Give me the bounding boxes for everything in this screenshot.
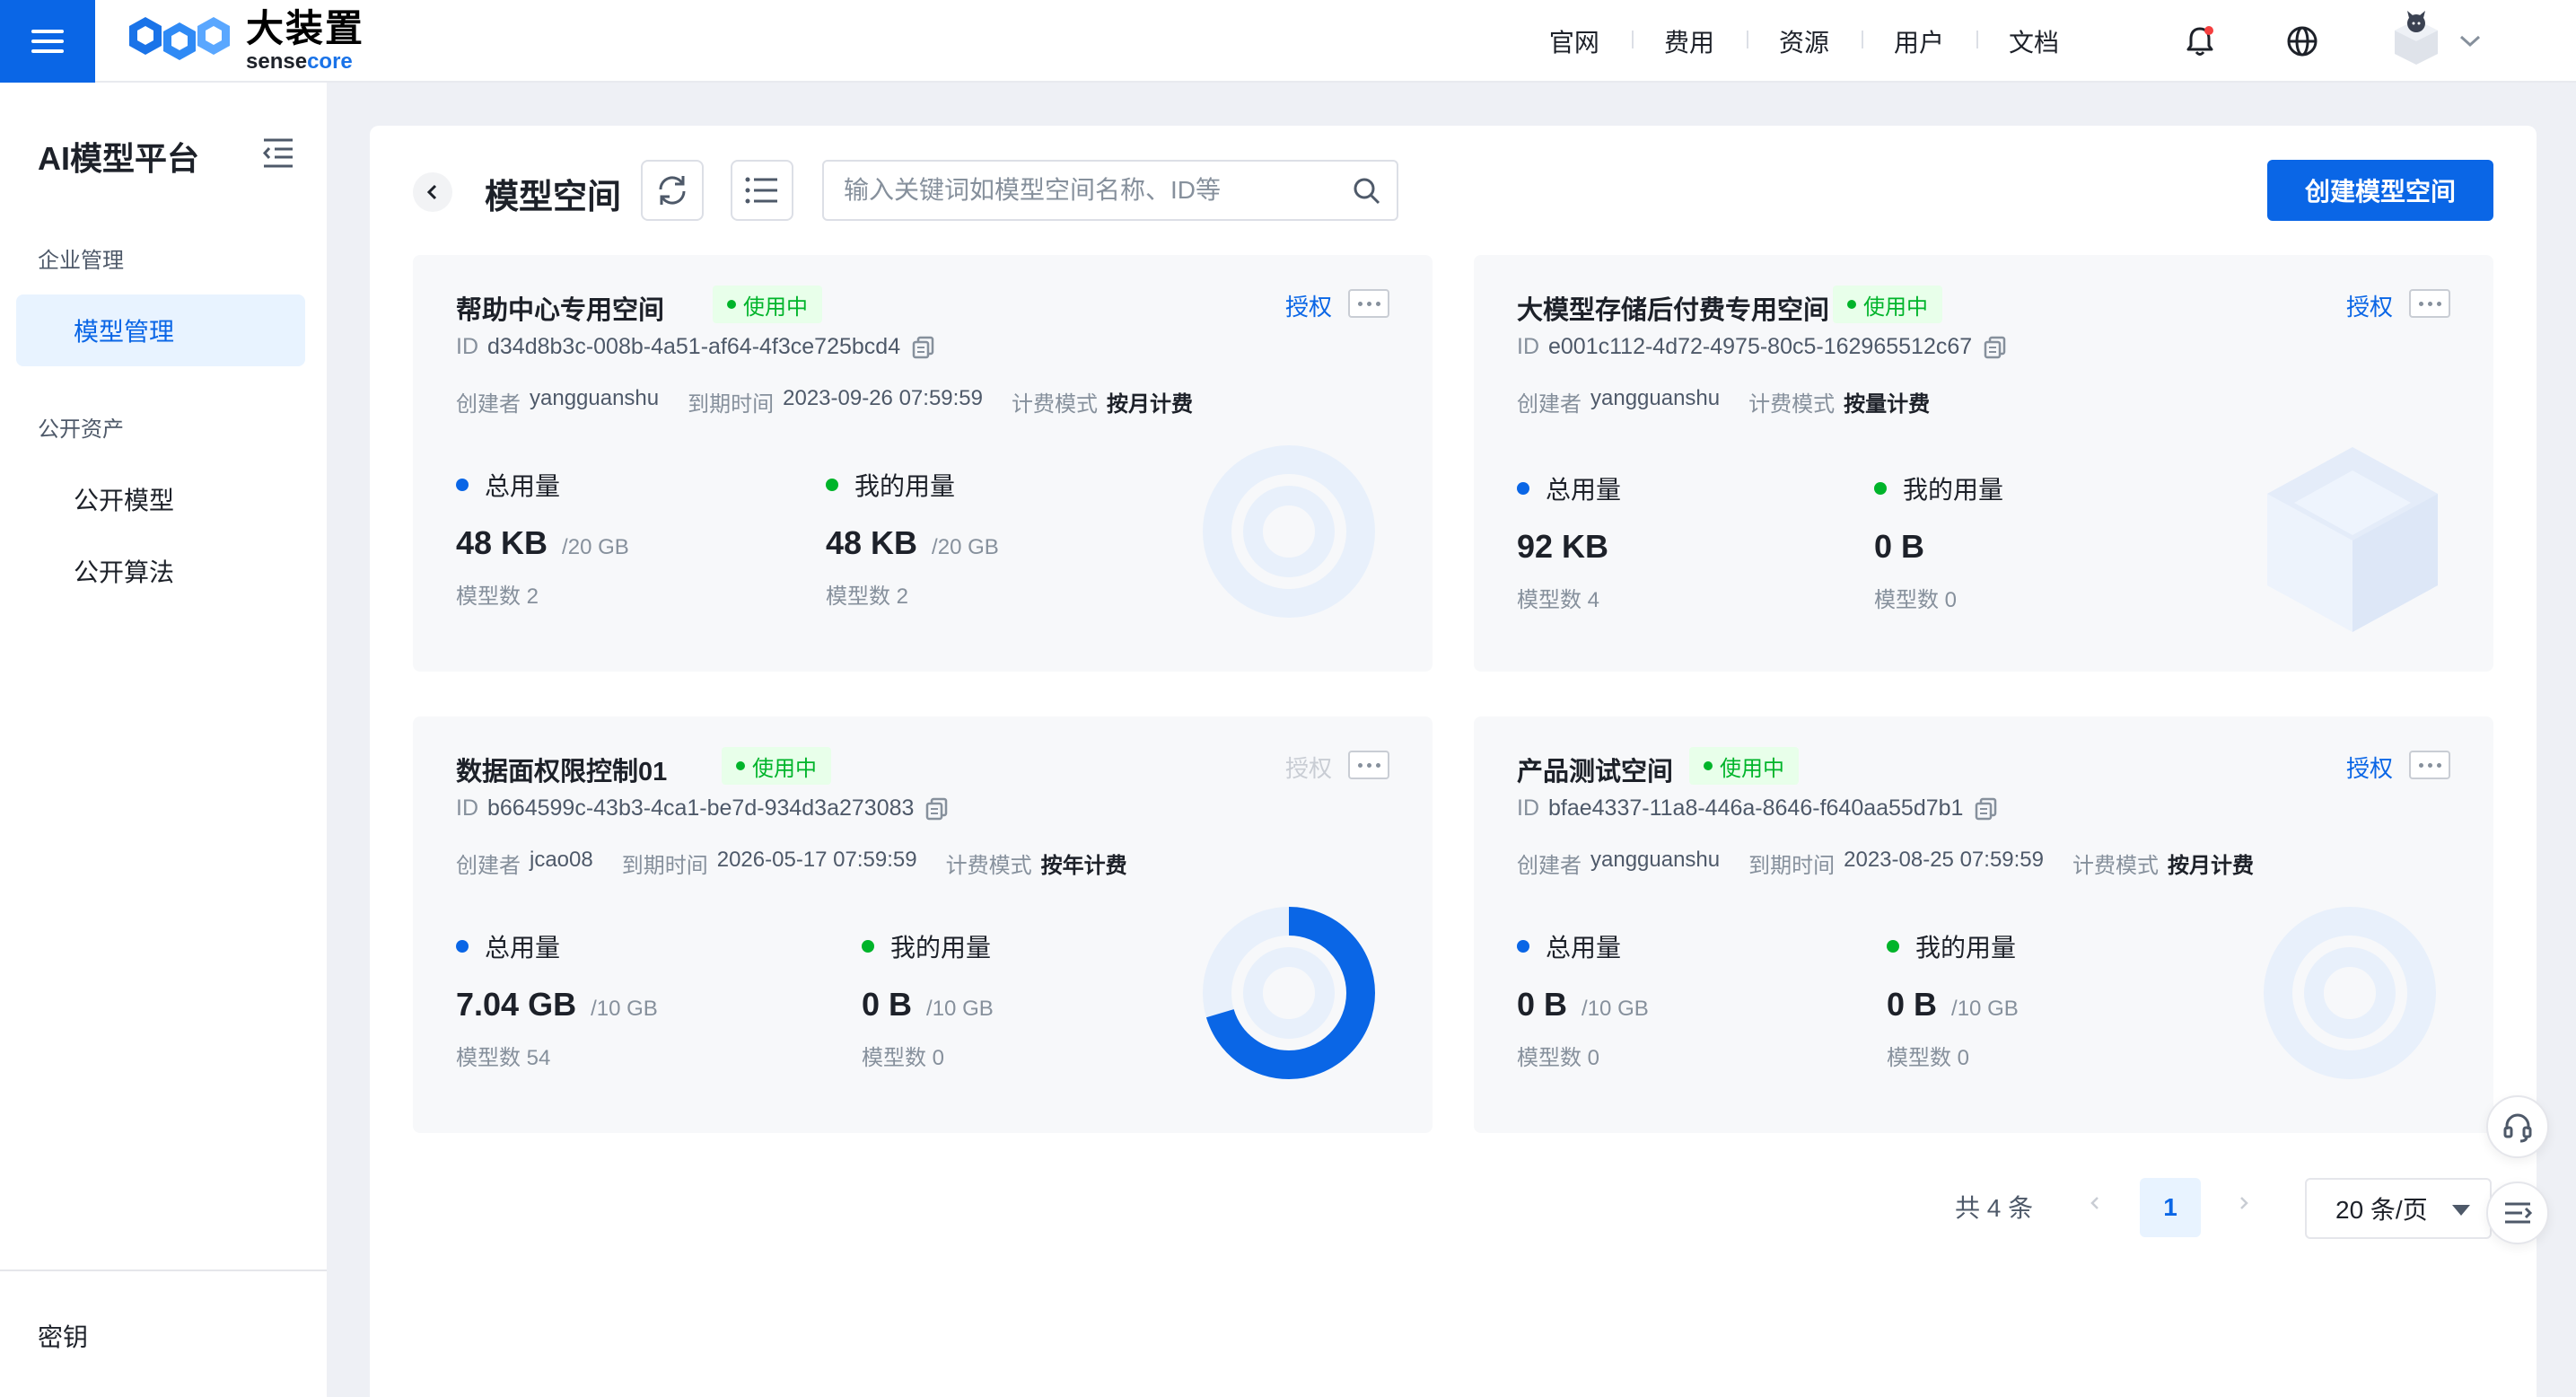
total-usage: 总用量 48 KB/20 GB 模型数 2 [456,472,629,609]
page-title: 模型空间 [485,179,622,216]
nav-official-site[interactable]: 官网 [1517,23,1632,59]
space-card[interactable]: 大模型存储后付费专用空间 使用中 授权 ID e001c112-4d72-4975… [1474,255,2493,672]
sidebar-item-keys[interactable]: 密钥 [38,1318,88,1354]
cube-icon [2267,447,2438,632]
card-title: 数据面权限控制01 [456,758,668,786]
meta-row: 创建者 yangguanshu 到期时间 2023-08-25 07:59:59 计… [1517,848,2254,878]
globe-icon[interactable] [2281,20,2324,63]
my-usage: 我的用量 0 B 模型数 0 [1874,476,2004,612]
authorize-link: 授权 [1284,755,1332,782]
bell-icon[interactable] [2178,20,2221,63]
status-badge: 使用中 [1833,286,1942,323]
headset-icon [2503,1113,2532,1143]
more-options-button[interactable] [1348,289,1389,318]
chevron-right-icon [2240,1197,2248,1209]
authorize-link[interactable]: 授权 [2346,751,2393,784]
pagination-total: 共 4 条 [1955,1194,2034,1222]
status-badge: 使用中 [722,747,831,785]
meta-row: 创建者 yangguanshu 到期时间 2023-09-26 07:59:59 计… [456,386,1193,417]
brand-logo[interactable]: 大装置 sensecore [126,7,364,75]
page-number-current[interactable]: 1 [2140,1178,2201,1237]
meta-row: 创建者 yangguanshu 计费模式 按量计费 [1517,386,1931,417]
space-card[interactable]: 帮助中心专用空间 使用中 授权 ID d34d8b3c-008b-4a51-af6… [413,255,1433,672]
brand-name: 大装置 [246,7,365,49]
space-card[interactable]: 产品测试空间 使用中 授权 ID bfae4337-11a8-446a-8646-… [1474,716,2493,1133]
sidebar-item-public-models[interactable]: 公开模型 [16,463,305,535]
more-options-button[interactable] [2409,751,2450,779]
my-usage: 我的用量 0 B/10 GB 模型数 0 [862,934,994,1070]
main-panel: 模型空间 创建模型空间 帮助中心专用空间 使用中 授权 IDd34d8b3c-0… [370,126,2537,1397]
sidebar-item-model-management[interactable]: 模型管理 [16,294,305,366]
authorize-link[interactable]: 授权 [1285,289,1332,322]
menu-icon [31,30,64,53]
authorize-link[interactable]: 授权 [2346,289,2393,322]
brand-sub: sensecore [246,49,353,74]
total-usage: 总用量 0 B/10 GB 模型数 0 [1517,934,1649,1070]
customer-support-button[interactable] [2486,1095,2549,1158]
logo-icon [129,17,230,60]
page-size-value: 20 条/页 [2335,1196,2428,1224]
sidebar-item-public-algorithms[interactable]: 公开算法 [16,535,305,607]
search-box [822,160,1398,221]
space-id: ID d34d8b3c-008b-4a51-af64-4f3ce725bcd4 [456,334,936,360]
expand-menu-icon [2505,1202,2533,1224]
status-badge: 使用中 [713,286,822,323]
sidebar-title: AI模型平台 [38,140,200,177]
page-size-select[interactable]: 20 条/页 [2305,1178,2492,1239]
create-model-space-button[interactable]: 创建模型空间 [2267,160,2493,221]
usage-ring-chart [1203,445,1375,618]
space-id: ID bfae4337-11a8-446a-8646-f640aa55d7b1 [1517,795,1999,822]
my-usage: 我的用量 48 KB/20 GB 模型数 2 [826,472,999,609]
copy-icon[interactable] [1974,796,1999,822]
total-usage: 总用量 7.04 GB/10 GB 模型数 54 [456,934,658,1070]
chevron-left-icon [426,184,437,200]
nav-docs[interactable]: 文档 [1976,23,2091,59]
user-avatar[interactable] [2388,9,2445,66]
list-view-button[interactable] [731,160,793,221]
meta-row: 创建者 jcao08 到期时间 2026-05-17 07:59:59 计费模式 按年… [456,848,1127,878]
collapse-sidebar-icon[interactable] [260,135,296,171]
search-icon[interactable] [1352,176,1382,206]
card-title: 帮助中心专用空间 [456,296,665,325]
space-id: ID e001c112-4d72-4975-80c5-162965512c67 [1517,334,2008,360]
sidebar-footer: 密钥 [0,1270,327,1397]
total-usage: 总用量 92 KB 模型数 4 [1517,476,1622,612]
list-icon [745,177,777,204]
next-page-button[interactable] [2226,1185,2262,1221]
search-input[interactable] [844,162,1346,219]
nav-users[interactable]: 用户 [1861,23,1976,59]
top-nav: 官网 费用 资源 用户 文档 [1517,0,2091,83]
more-options-button[interactable] [1348,751,1389,779]
more-options-button[interactable] [2409,289,2450,318]
space-id: ID b664599c-43b3-4ca1-be7d-934d3a273083 [456,795,950,822]
usage-ring-chart [1203,907,1375,1079]
nav-resources[interactable]: 资源 [1746,23,1862,59]
chevron-left-icon [2090,1197,2098,1209]
usage-ring-chart [2264,907,2436,1079]
refresh-icon [659,176,686,205]
caret-down-icon [2452,1205,2470,1216]
card-title: 产品测试空间 [1517,758,1674,786]
nav-billing[interactable]: 费用 [1631,23,1747,59]
card-title: 大模型存储后付费专用空间 [1517,296,1830,325]
back-button[interactable] [413,172,452,212]
space-card[interactable]: 数据面权限控制01 使用中 授权 ID b664599c-43b3-4ca1-be… [413,716,1433,1133]
sidebar-group-public-assets: 公开资产 [38,417,124,442]
quick-menu-button[interactable] [2486,1182,2549,1244]
refresh-button[interactable] [641,160,704,221]
top-bar: 大装置 sensecore 官网 费用 资源 用户 文档 [0,0,2576,83]
menu-button[interactable] [0,0,95,83]
status-badge: 使用中 [1689,747,1799,785]
copy-icon[interactable] [1983,335,2008,360]
sidebar: AI模型平台 企业管理 模型管理 公开资产 公开模型 公开算法 密钥 [0,83,327,1397]
prev-page-button[interactable] [2077,1185,2113,1221]
chevron-down-icon[interactable] [2452,23,2488,59]
copy-icon[interactable] [924,796,950,822]
my-usage: 我的用量 0 B/10 GB 模型数 0 [1887,934,2019,1070]
copy-icon[interactable] [911,335,936,360]
sidebar-group-enterprise: 企业管理 [38,249,124,273]
